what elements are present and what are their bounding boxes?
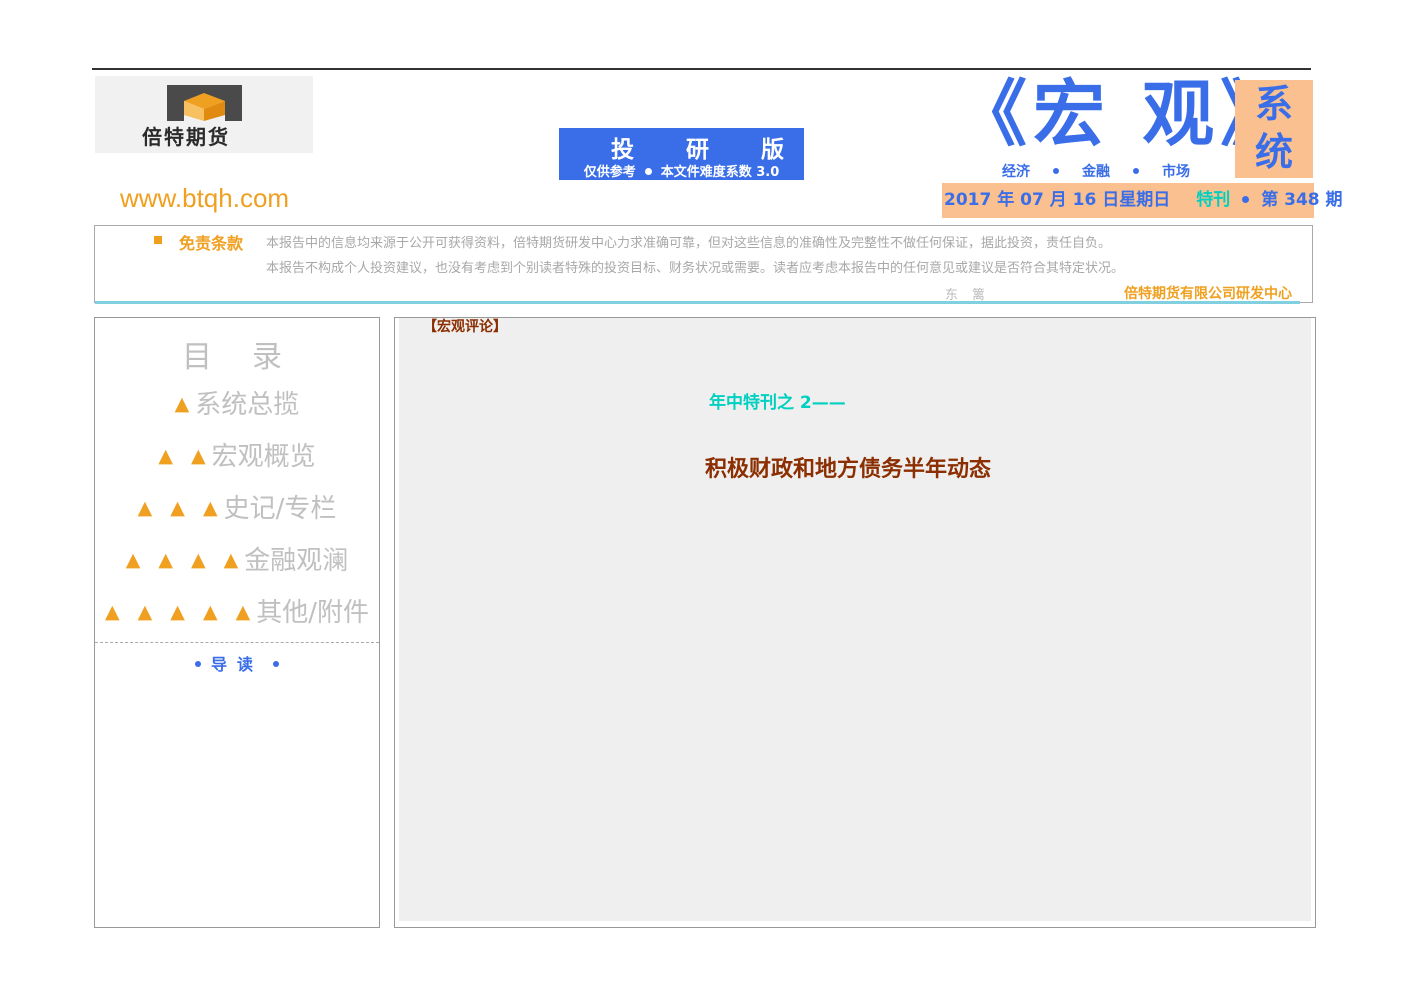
- edition-subtitle: 仅供参考 本文件难度系数 3.0: [559, 161, 804, 180]
- guide-label: 导读: [210, 655, 263, 674]
- triangle-icon: ▲ ▲ ▲: [137, 497, 224, 519]
- disclaimer-text-2: 本报告不构成个人投资建议，也没有考虑到个别读者特殊的投资目标、财务状况或需要。读…: [266, 261, 1125, 276]
- square-bullet-icon: [154, 236, 162, 244]
- toc-item-history-column[interactable]: ▲ ▲ ▲史记/专栏: [95, 488, 379, 525]
- edition-badge: 投研版 仅供参考 本文件难度系数 3.0: [559, 128, 804, 180]
- bullet-icon: [194, 661, 201, 667]
- content-area: 【宏观评论】 年中特刊之 2—— 积极财政和地方债务半年动态: [399, 318, 1311, 921]
- bullet-icon: [273, 661, 279, 667]
- toc-item-label: 史记/专栏: [223, 494, 337, 524]
- issue-date: 2017 年 07 月 16 日星期日: [944, 190, 1171, 210]
- bullet-icon: [1242, 196, 1250, 203]
- tag-economy: 经济: [1002, 164, 1030, 180]
- toc-divider: [95, 642, 379, 643]
- website-link[interactable]: www.btqh.com: [120, 183, 289, 214]
- disclaimer-text-1: 本报告中的信息均来源于公开可获得资料，倍特期货研发中心力求准确可靠，但对这些信息…: [266, 236, 1112, 251]
- title-tags: 经济 金融 市场: [1002, 161, 1190, 181]
- table-of-contents: 目录 ▲系统总揽 ▲ ▲宏观概览 ▲ ▲ ▲史记/专栏 ▲ ▲ ▲ ▲金融观澜 …: [94, 317, 380, 928]
- toc-item-system-overview[interactable]: ▲系统总揽: [95, 384, 379, 421]
- divider: [95, 301, 1300, 304]
- difficulty-text: 本文件难度系数 3.0: [660, 165, 780, 180]
- disclaimer-box: 免责条款 本报告中的信息均来源于公开可获得资料，倍特期货研发中心力求准确可靠，但…: [94, 225, 1313, 304]
- company-name: 倍特期货有限公司研发中心: [1124, 286, 1292, 302]
- toc-item-label: 其他/附件: [256, 598, 369, 628]
- logo-icon: [167, 85, 242, 121]
- triangle-icon: ▲ ▲ ▲ ▲: [125, 549, 245, 571]
- triangle-icon: ▲ ▲: [158, 445, 212, 467]
- disclaimer-label: 免责条款: [179, 234, 244, 253]
- toc-item-label: 系统总揽: [195, 390, 300, 420]
- toc-item-finance[interactable]: ▲ ▲ ▲ ▲金融观澜: [95, 540, 379, 577]
- toc-item-label: 宏观概览: [211, 442, 316, 472]
- guide-link[interactable]: 导读: [95, 651, 379, 675]
- bullet-icon: [1053, 168, 1059, 174]
- bullet-icon: [1133, 168, 1139, 174]
- toc-title: 目录: [182, 340, 322, 375]
- issue-number: 第 348 期: [1261, 190, 1343, 210]
- edition-title: 投研版: [611, 137, 836, 163]
- triangle-icon: ▲: [174, 393, 196, 415]
- main-content: 【宏观评论】 年中特刊之 2—— 积极财政和地方债务半年动态: [394, 317, 1316, 928]
- system-char-1: 系: [1254, 82, 1293, 126]
- edition-note: 仅供参考: [583, 165, 636, 180]
- bullet-icon: [644, 168, 652, 175]
- tag-finance: 金融: [1082, 164, 1110, 180]
- toc-item-label: 金融观澜: [244, 546, 349, 576]
- toc-item-other-attachments[interactable]: ▲ ▲ ▲ ▲ ▲其他/附件: [95, 592, 379, 629]
- tag-market: 市场: [1162, 164, 1190, 180]
- triangle-icon: ▲ ▲ ▲ ▲ ▲: [105, 601, 257, 623]
- special-issue-line: 年中特刊之 2——: [709, 393, 846, 413]
- system-label: 系 统: [1235, 80, 1313, 178]
- issue-bar: 2017 年 07 月 16 日星期日 特刊 第 348 期: [942, 183, 1343, 218]
- toc-item-macro-overview[interactable]: ▲ ▲宏观概览: [95, 436, 379, 473]
- company-logo[interactable]: 倍特期货: [95, 76, 313, 153]
- section-tag: 【宏观评论】: [423, 319, 507, 335]
- system-char-2: 统: [1254, 130, 1293, 174]
- logo-text: 倍特期货: [142, 125, 230, 149]
- article-headline: 积极财政和地方债务半年动态: [705, 457, 992, 482]
- special-label: 特刊: [1196, 190, 1231, 210]
- top-rule: [92, 68, 1311, 70]
